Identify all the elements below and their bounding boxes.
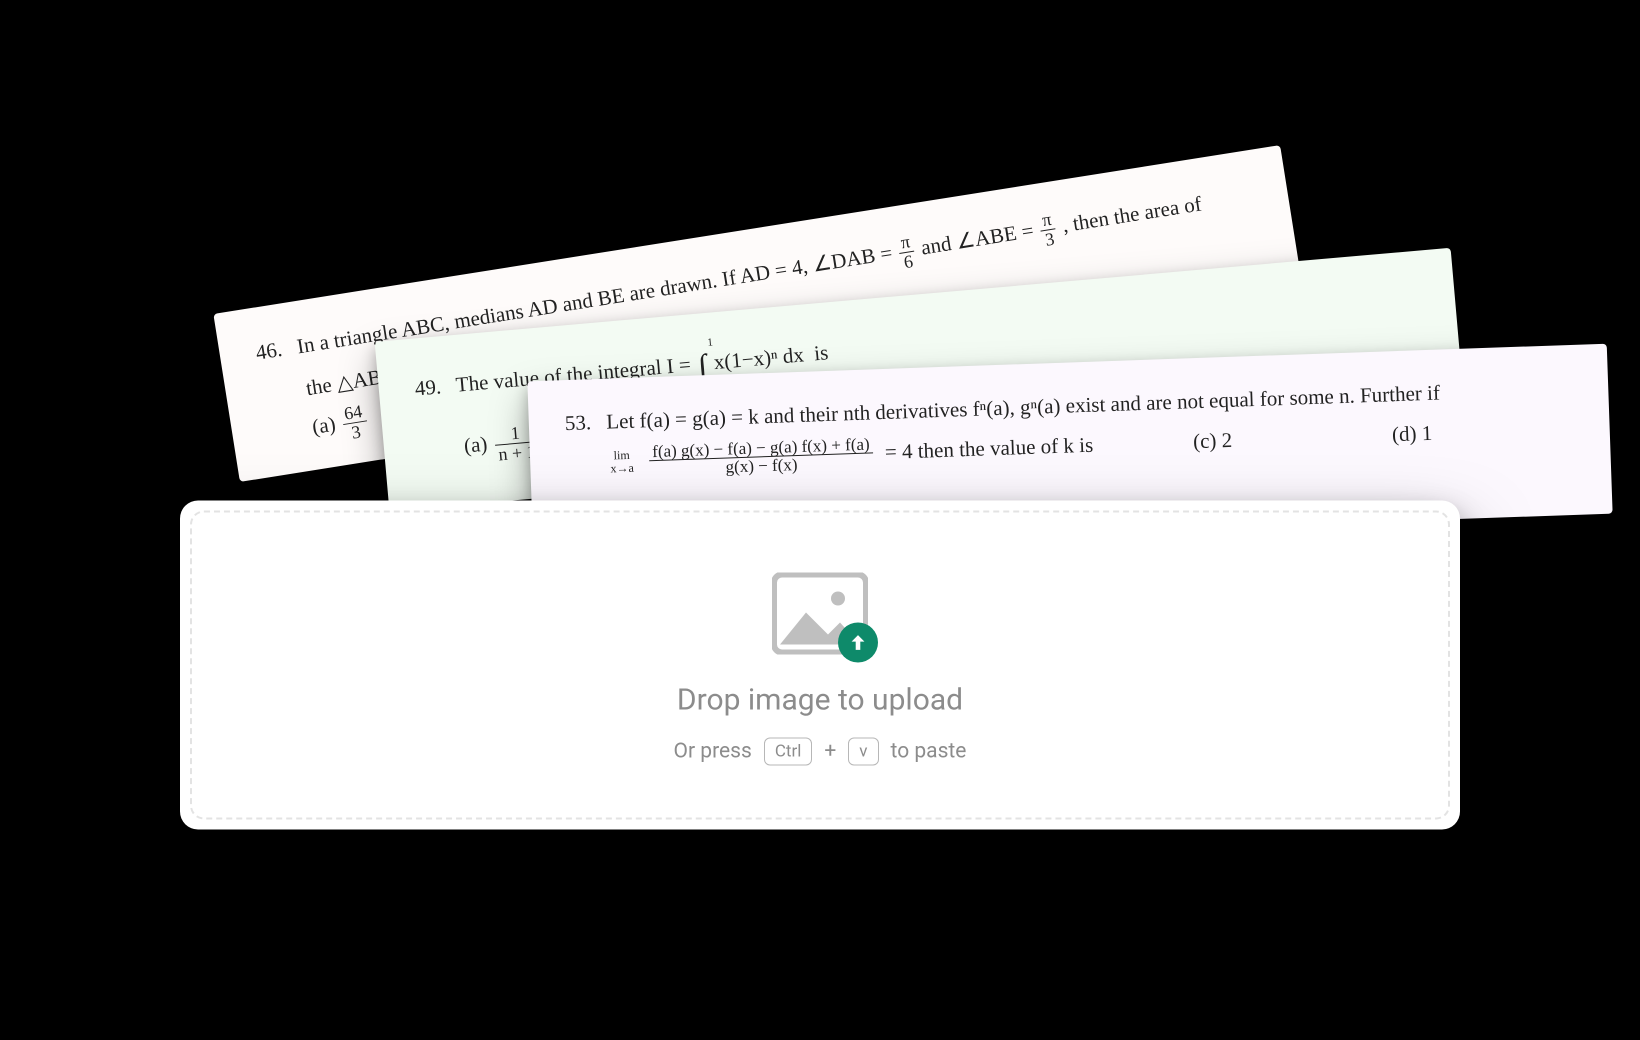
upload-arrow-icon — [838, 623, 878, 663]
key-v: v — [848, 738, 878, 766]
dropzone-title: Drop image to upload — [677, 683, 963, 718]
fraction: π3 — [1038, 209, 1059, 250]
dropzone-hint: Or press Ctrl + v to paste — [674, 738, 967, 766]
dropzone[interactable]: Drop image to upload Or press Ctrl + v t… — [180, 501, 1460, 830]
fraction: 643 — [340, 402, 370, 444]
limit-symbol: limx→a — [610, 449, 634, 475]
answer-option: (d) 1 — [1392, 418, 1433, 451]
dropzone-inner[interactable]: Drop image to upload Or press Ctrl + v t… — [190, 511, 1450, 820]
hint-suffix: to paste — [891, 740, 967, 764]
upload-widget: 46. In a triangle ABC, medians AD and BE… — [180, 211, 1460, 830]
plus-separator: + — [824, 740, 836, 764]
question-number: 53. — [564, 407, 591, 439]
answer-option: (c) 2 — [1193, 425, 1233, 458]
fraction: π6 — [896, 232, 917, 273]
fraction: f(a) g(x) − f(a) − g(a) f(x) + f(a)g(x) … — [649, 435, 874, 479]
image-upload-icon — [772, 573, 868, 655]
question-number: 46. — [254, 334, 285, 369]
question-number: 49. — [414, 371, 443, 405]
sample-cards-stack: 46. In a triangle ABC, medians AD and BE… — [180, 211, 1460, 501]
hint-prefix: Or press — [674, 740, 752, 764]
key-ctrl: Ctrl — [764, 738, 813, 766]
